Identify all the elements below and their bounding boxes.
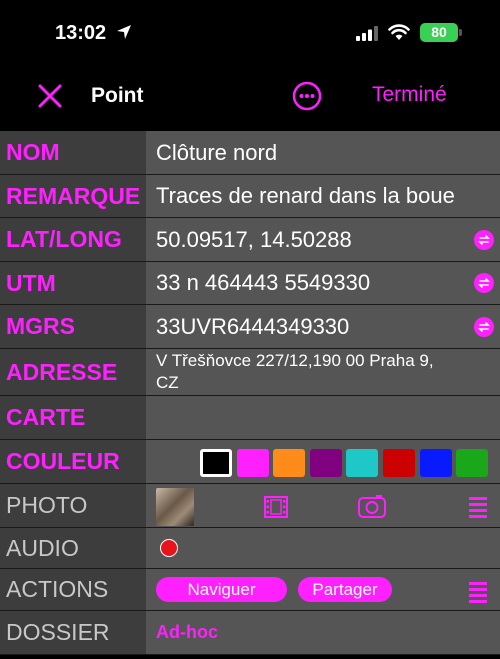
convert-arrows-icon[interactable] — [474, 273, 494, 293]
color-swatch[interactable] — [273, 449, 306, 477]
label-remarque: REMARQUE — [0, 175, 146, 217]
label-dossier: DOSSIER — [0, 611, 146, 654]
page-title: Point — [91, 84, 144, 107]
mgrs-value: 33UVR6444349330 — [156, 313, 350, 339]
latlong-field[interactable]: 50.09517, 14.50288 — [146, 218, 500, 261]
close-icon[interactable] — [34, 80, 66, 112]
name-field[interactable]: Clôture nord — [146, 131, 500, 174]
status-bar: 13:02 80 — [0, 0, 500, 66]
row-nom: NOM Clôture nord — [0, 131, 500, 175]
mgrs-field[interactable]: 33UVR6444349330 — [146, 305, 500, 348]
label-mgrs: MGRS — [0, 305, 146, 348]
color-swatch[interactable] — [309, 449, 342, 477]
share-button[interactable]: Partager — [298, 577, 392, 602]
wifi-icon — [388, 24, 410, 40]
color-swatch[interactable] — [383, 449, 415, 477]
latlong-value: 50.09517, 14.50288 — [156, 226, 352, 252]
color-swatch[interactable] — [346, 449, 379, 477]
remark-field[interactable]: Traces de renard dans la boue — [146, 175, 500, 217]
address-field[interactable]: V Třešňovce 227/12,190 00 Praha 9, CZ — [146, 349, 500, 395]
folder-field[interactable]: Ad-hoc — [146, 611, 500, 654]
audio-field — [146, 528, 500, 568]
label-actions: ACTIONS — [0, 569, 146, 610]
row-latlong: LAT/LONG 50.09517, 14.50288 — [0, 218, 500, 262]
color-swatch[interactable] — [419, 449, 452, 477]
color-picker — [146, 440, 500, 483]
location-arrow-icon — [117, 25, 131, 39]
record-icon[interactable] — [160, 539, 178, 557]
battery-tip — [459, 29, 462, 36]
row-utm: UTM 33 n 464443 5549330 — [0, 262, 500, 305]
row-mgrs: MGRS 33UVR6444349330 — [0, 305, 500, 349]
label-utm: UTM — [0, 262, 146, 304]
row-carte: CARTE — [0, 396, 500, 440]
label-carte: CARTE — [0, 396, 146, 439]
status-time: 13:02 — [55, 22, 107, 44]
photo-thumbnail[interactable] — [156, 488, 194, 526]
label-latlong: LAT/LONG — [0, 218, 146, 261]
row-dossier: DOSSIER Ad-hoc — [0, 611, 500, 655]
color-swatch[interactable] — [236, 449, 269, 477]
list-icon[interactable] — [468, 581, 488, 603]
color-swatch[interactable] — [456, 449, 489, 477]
label-adresse: ADRESSE — [0, 349, 146, 395]
map-field[interactable] — [146, 396, 500, 439]
utm-value: 33 n 464443 5549330 — [156, 270, 371, 295]
label-couleur: COULEUR — [0, 440, 146, 483]
label-photo: PHOTO — [0, 484, 146, 527]
row-photo: PHOTO — [0, 484, 500, 528]
folder-value: Ad-hoc — [156, 622, 218, 642]
label-nom: NOM — [0, 131, 146, 174]
row-couleur: COULEUR — [0, 440, 500, 484]
cellular-signal-icon — [356, 26, 378, 41]
nav-bar: Point Terminé — [0, 66, 500, 130]
label-audio: AUDIO — [0, 528, 146, 568]
navigate-button[interactable]: Naviguer — [156, 577, 287, 602]
convert-arrows-icon[interactable] — [474, 316, 494, 337]
convert-arrows-icon[interactable] — [474, 229, 494, 250]
actions-field: Naviguer Partager — [146, 569, 500, 610]
row-remarque: REMARQUE Traces de renard dans la boue — [0, 175, 500, 218]
row-actions: ACTIONS Naviguer Partager — [0, 569, 500, 611]
camera-icon[interactable] — [358, 494, 386, 518]
photo-field — [146, 484, 500, 527]
color-swatch[interactable] — [200, 449, 232, 477]
point-form: NOM Clôture nord REMARQUE Traces de rena… — [0, 131, 500, 655]
utm-field[interactable]: 33 n 464443 5549330 — [146, 262, 500, 304]
row-audio: AUDIO — [0, 528, 500, 569]
list-icon[interactable] — [468, 496, 488, 518]
row-adresse: ADRESSE V Třešňovce 227/12,190 00 Praha … — [0, 349, 500, 396]
battery-indicator: 80 — [420, 23, 458, 42]
done-button[interactable]: Terminé — [372, 83, 447, 107]
ellipsis-circle-icon[interactable] — [291, 80, 323, 112]
film-icon[interactable] — [264, 496, 288, 518]
